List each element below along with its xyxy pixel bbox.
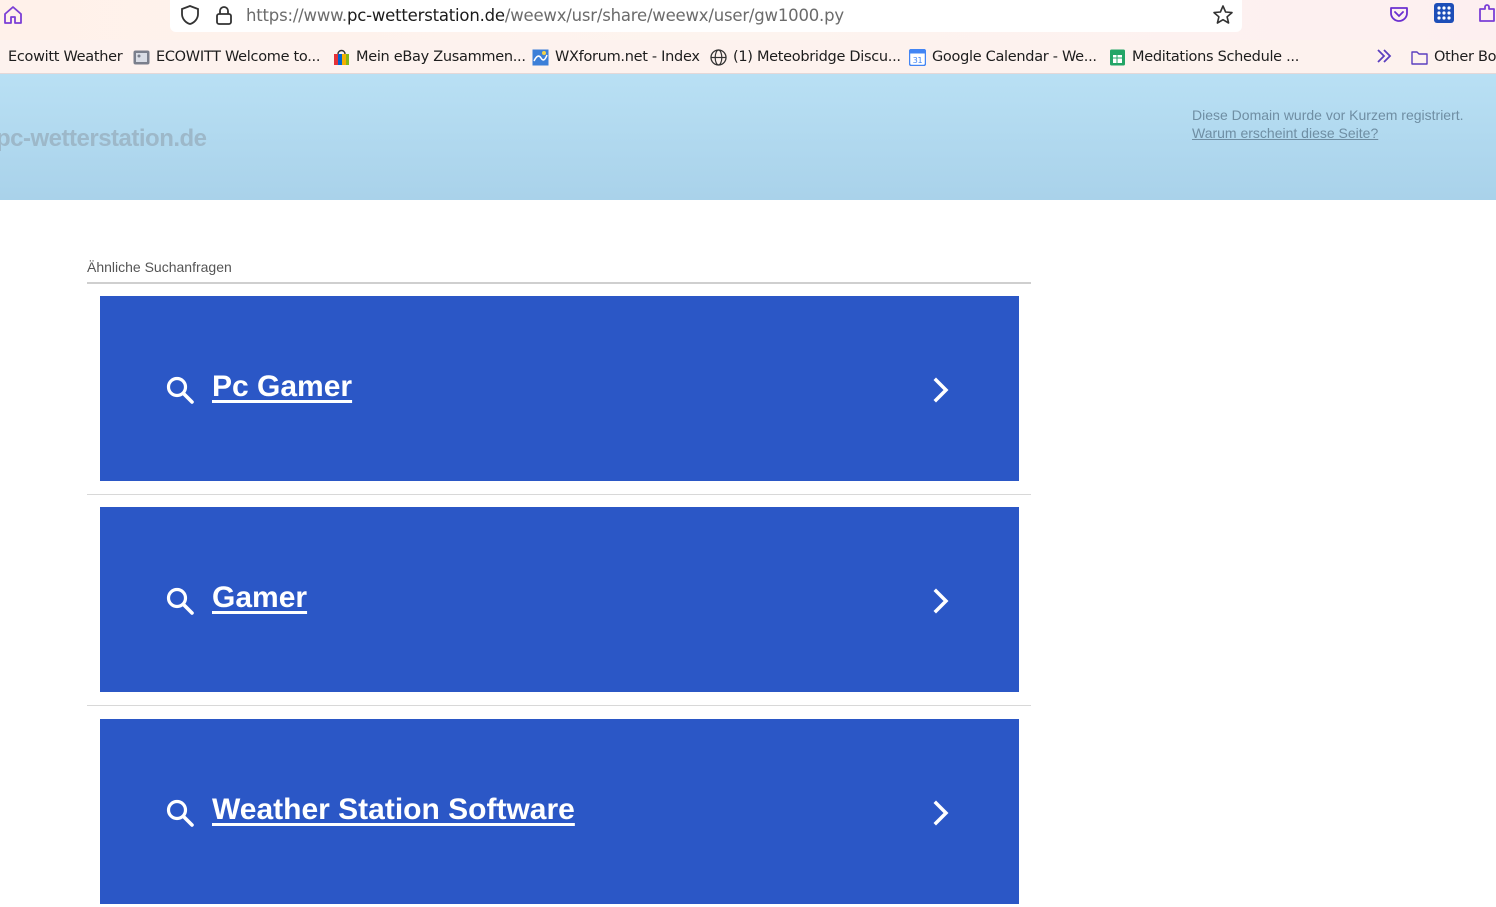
bookmark-label: ECOWITT Welcome to... [156,49,321,65]
result-label: Gamer [212,581,308,614]
bookmark-label: Meditations Schedule ... [1132,49,1300,65]
extensions-puzzle-icon[interactable] [1476,3,1496,25]
result-card-pc-gamer[interactable]: Pc Gamer [100,296,1019,481]
divider [87,705,1031,706]
related-searches-title: Ähnliche Suchanfragen [87,259,232,275]
bookmarks-bar: Ecowitt Weather ECOWITT Welcome to... Me… [0,40,1496,74]
search-icon [166,376,194,404]
ebay-bag-icon [333,49,350,66]
chevron-double-right-icon[interactable] [1374,46,1394,66]
chevron-right-icon [933,588,949,614]
bookmark-label: WXforum.net - Index [555,49,700,65]
url-host: pc-wetterstation.de [346,6,505,25]
bookmark-ecowitt-weather[interactable]: Ecowitt Weather [0,47,123,67]
result-card-weather-station-software[interactable]: Weather Station Software [100,719,1019,904]
why-this-page-link[interactable]: Warum erscheint diese Seite? [1192,124,1464,142]
chevron-right-icon [933,800,949,826]
bookmark-label: Mein eBay Zusammen... [356,49,526,65]
google-calendar-icon: 31 [908,48,927,66]
divider [87,494,1031,495]
result-label: Weather Station Software [212,793,575,826]
domain-notice: Diese Domain wurde vor Kurzem registrier… [1192,106,1464,142]
result-card-gamer[interactable]: Gamer [100,507,1019,692]
divider [87,282,1031,284]
folder-icon [1411,49,1428,66]
notice-text: Diese Domain wurde vor Kurzem registrier… [1192,107,1464,123]
globe-icon [710,48,727,66]
url-prefix: https://www. [246,6,347,25]
svg-text:31: 31 [913,56,923,65]
home-icon[interactable] [2,4,24,26]
search-icon [166,587,194,615]
google-sheets-icon [1109,49,1126,66]
bookmark-meteobridge[interactable]: (1) Meteobridge Discu... [710,47,901,67]
bookmark-google-calendar[interactable]: 31 Google Calendar - We... [908,47,1097,67]
ecowitt-page-icon [133,49,150,66]
lock-icon[interactable] [214,4,234,26]
bookmark-ebay[interactable]: Mein eBay Zusammen... [333,47,526,67]
bookmark-ecowitt-welcome[interactable]: ECOWITT Welcome to... [133,47,320,67]
tracking-shield-icon[interactable] [179,4,201,26]
bookmark-other-folder[interactable]: Other Boo [1411,47,1496,67]
bookmark-meditations[interactable]: Meditations Schedule ... [1109,47,1299,67]
url-bar[interactable]: https://www.pc-wetterstation.de/weewx/us… [170,0,1242,32]
chevron-right-icon [933,377,949,403]
site-name: pc-wetterstation.de [0,125,207,152]
pocket-icon[interactable] [1388,3,1410,25]
url-text[interactable]: https://www.pc-wetterstation.de/weewx/us… [246,6,844,25]
bookmark-label: (1) Meteobridge Discu... [733,49,901,65]
bookmark-label: Other Boo [1434,49,1496,65]
wxforum-icon [532,49,549,66]
bookmark-star-icon[interactable] [1211,3,1235,27]
bookmark-wxforum[interactable]: WXforum.net - Index [532,47,700,67]
bookmark-label: Google Calendar - We... [932,49,1097,65]
url-path: /weewx/usr/share/weewx/user/gw1000.py [504,6,844,25]
browser-toolbar: https://www.pc-wetterstation.de/weewx/us… [0,0,1496,40]
ecowitt-icon [0,49,2,66]
domain-banner: pc-wetterstation.de Diese Domain wurde v… [0,74,1496,200]
bookmark-label: Ecowitt Weather [8,49,123,65]
result-label: Pc Gamer [212,370,353,403]
search-icon [166,799,194,827]
app-grid-icon[interactable] [1433,2,1455,24]
